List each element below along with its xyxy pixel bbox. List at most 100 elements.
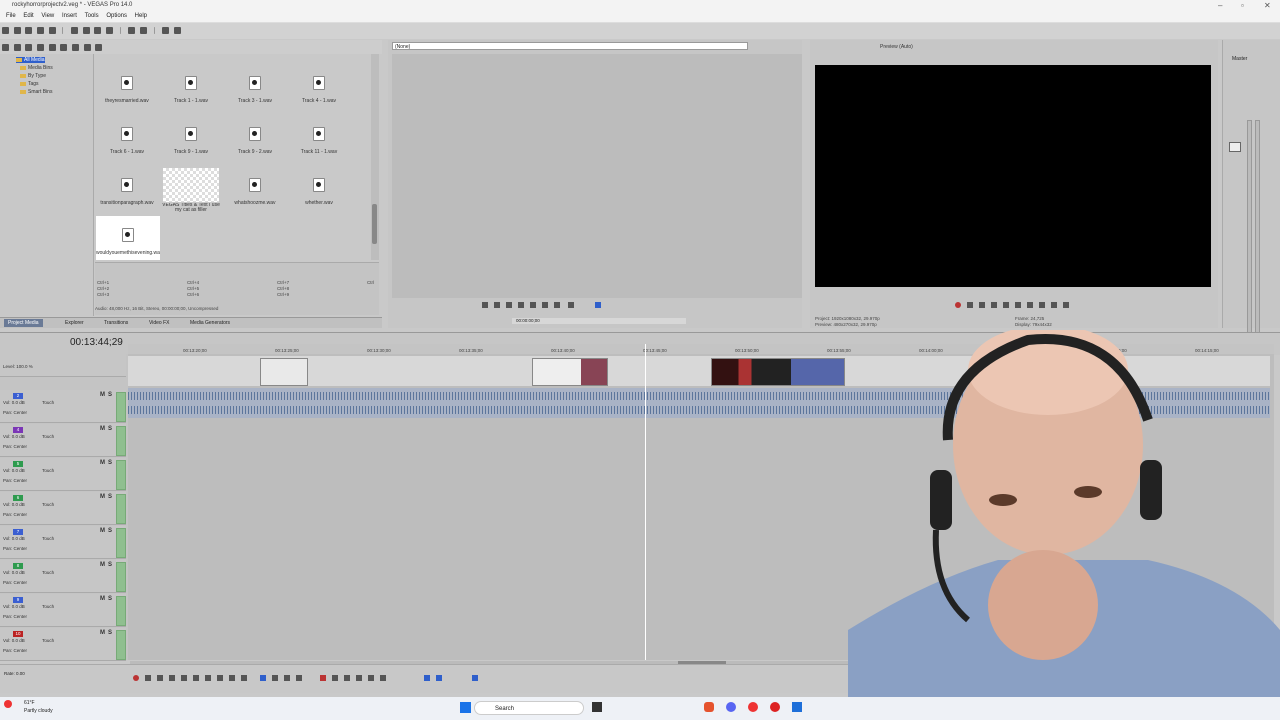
pause-icon[interactable]	[1003, 302, 1009, 308]
media-item[interactable]: Track 9 - 2.wav	[223, 127, 287, 155]
tree-all-media[interactable]: All Media	[16, 57, 45, 63]
track-pan[interactable]: Pan: Center	[3, 444, 27, 449]
audio-track-header[interactable]: 8 M S Vol: 0.0 dB Touch Pan: Center	[0, 560, 126, 593]
video-clip[interactable]	[532, 358, 608, 386]
audio-track-header[interactable]: 4 M S Vol: 0.0 dB Touch Pan: Center	[0, 424, 126, 457]
taskbar-search[interactable]: Search	[474, 701, 584, 715]
track-pan[interactable]: Pan: Center	[3, 614, 27, 619]
stop-icon[interactable]	[1015, 302, 1021, 308]
preview-quality[interactable]: Preview (Auto)	[880, 44, 913, 50]
prev-frame-icon[interactable]	[1027, 302, 1033, 308]
play-icon[interactable]	[60, 44, 68, 51]
menu-view[interactable]: View	[41, 11, 54, 22]
selection-tool-icon[interactable]	[284, 675, 290, 681]
delete-icon[interactable]	[320, 675, 326, 681]
menu-file[interactable]: File	[6, 11, 16, 22]
solo-button[interactable]: S	[108, 596, 112, 602]
search-icon[interactable]	[95, 44, 103, 51]
windows-start-icon[interactable]	[460, 702, 471, 713]
snapshot-icon[interactable]	[595, 302, 601, 308]
obs-icon[interactable]	[770, 702, 780, 712]
tab-media-generators[interactable]: Media Generators	[190, 320, 230, 326]
video-track-header[interactable]: Level: 100.0 %	[0, 354, 126, 377]
audio-track-header[interactable]: 10 M S Vol: 0.0 dB Touch Pan: Center	[0, 628, 126, 661]
tree-smart-bins[interactable]: Smart Bins	[20, 89, 52, 95]
media-item[interactable]: whether.wav	[287, 178, 351, 206]
menu-edit[interactable]: Edit	[23, 11, 33, 22]
play-start-icon[interactable]	[157, 675, 163, 681]
mute-button[interactable]: M	[100, 528, 105, 534]
track-pan[interactable]: Pan: Center	[3, 648, 27, 653]
mute-button[interactable]: M	[100, 596, 105, 602]
region-icon[interactable]	[368, 675, 374, 681]
prev-frame-icon[interactable]	[229, 675, 235, 681]
media-scrollbar[interactable]	[371, 54, 379, 260]
next-icon[interactable]	[568, 302, 574, 308]
play-icon[interactable]	[169, 675, 175, 681]
media-item[interactable]: Track 4 - 1.wav	[287, 76, 351, 104]
tab-project-media[interactable]: Project Media	[4, 319, 43, 327]
cut-icon[interactable]	[71, 27, 79, 34]
record-icon[interactable]	[133, 675, 139, 681]
audio-track-header[interactable]: 6 M S Vol: 0.0 dB Touch Pan: Center	[0, 492, 126, 525]
lock-envelopes-icon[interactable]	[472, 675, 478, 681]
next-frame-icon[interactable]	[554, 302, 560, 308]
video-clip[interactable]	[260, 358, 308, 386]
copy-icon[interactable]	[82, 27, 90, 34]
save-as-icon[interactable]	[37, 27, 45, 34]
stop-icon[interactable]	[72, 44, 80, 51]
tree-media-bins[interactable]: Media Bins	[20, 65, 53, 71]
master-fader[interactable]	[1229, 142, 1241, 152]
track-volume[interactable]: Vol: 0.0 dB Touch	[3, 434, 54, 439]
next-icon[interactable]	[1063, 302, 1069, 308]
track-pan[interactable]: Pan: Center	[3, 478, 27, 483]
media-item[interactable]: VEGAS Titles & Text I use my cat as fill…	[159, 168, 223, 213]
file-explorer-icon[interactable]	[592, 702, 602, 712]
record-icon[interactable]	[955, 302, 961, 308]
loop-icon[interactable]	[967, 302, 973, 308]
menu-tools[interactable]: Tools	[85, 11, 99, 22]
media-item[interactable]: Track 3 - 1.wav	[223, 76, 287, 104]
tab-transitions[interactable]: Transitions	[104, 320, 128, 326]
audio-track-header[interactable]: 2 M S Vol: 0.0 dB Touch Pan: Center	[0, 390, 126, 423]
mute-button[interactable]: M	[100, 562, 105, 568]
properties-icon[interactable]	[48, 27, 56, 34]
go-end-icon[interactable]	[217, 675, 223, 681]
save-icon[interactable]	[25, 27, 33, 34]
solo-button[interactable]: S	[108, 392, 112, 398]
render-icon[interactable]	[162, 27, 170, 34]
solo-button[interactable]: S	[108, 562, 112, 568]
vegas-icon[interactable]	[792, 702, 802, 712]
capture-icon[interactable]	[13, 44, 21, 51]
media-item[interactable]: Track 6 - 1.wav	[95, 127, 159, 155]
media-item[interactable]: transitionparagraph.wav	[95, 178, 159, 206]
next-frame-icon[interactable]	[241, 675, 247, 681]
close-icon[interactable]: ✕	[1264, 1, 1271, 10]
help-icon[interactable]	[174, 27, 182, 34]
mute-button[interactable]: M	[100, 392, 105, 398]
media-item[interactable]: Track 11 - 1.wav	[287, 127, 351, 155]
media-item[interactable]: Track 1 - 1.wav	[159, 76, 223, 104]
track-volume[interactable]: Vol: 0.0 dB Touch	[3, 400, 54, 405]
auto-ripple-icon[interactable]	[436, 675, 442, 681]
solo-button[interactable]: S	[108, 494, 112, 500]
play-start-icon[interactable]	[494, 302, 500, 308]
lock-icon[interactable]	[380, 675, 386, 681]
solo-button[interactable]: S	[108, 630, 112, 636]
media-fx-icon[interactable]	[48, 44, 56, 51]
play-start-icon[interactable]	[979, 302, 985, 308]
track-pan[interactable]: Pan: Center	[3, 580, 27, 585]
tab-explorer[interactable]: Explorer	[65, 320, 84, 326]
track-volume[interactable]: Vol: 0.0 dB Touch	[3, 638, 54, 643]
media-item[interactable]: Track 9 - 1.wav	[159, 127, 223, 155]
track-volume[interactable]: Vol: 0.0 dB Touch	[3, 570, 54, 575]
scroll-thumb[interactable]	[372, 204, 377, 244]
chrome-icon[interactable]	[748, 702, 758, 712]
tab-video-fx[interactable]: Video FX	[149, 320, 169, 326]
redo-icon[interactable]	[140, 27, 148, 34]
play-icon[interactable]	[506, 302, 512, 308]
audio-track-header[interactable]: 9 M S Vol: 0.0 dB Touch Pan: Center	[0, 594, 126, 627]
track-volume[interactable]: Vol: 0.0 dB Touch	[3, 604, 54, 609]
trimmer-view[interactable]	[392, 54, 802, 298]
pause-icon[interactable]	[518, 302, 524, 308]
